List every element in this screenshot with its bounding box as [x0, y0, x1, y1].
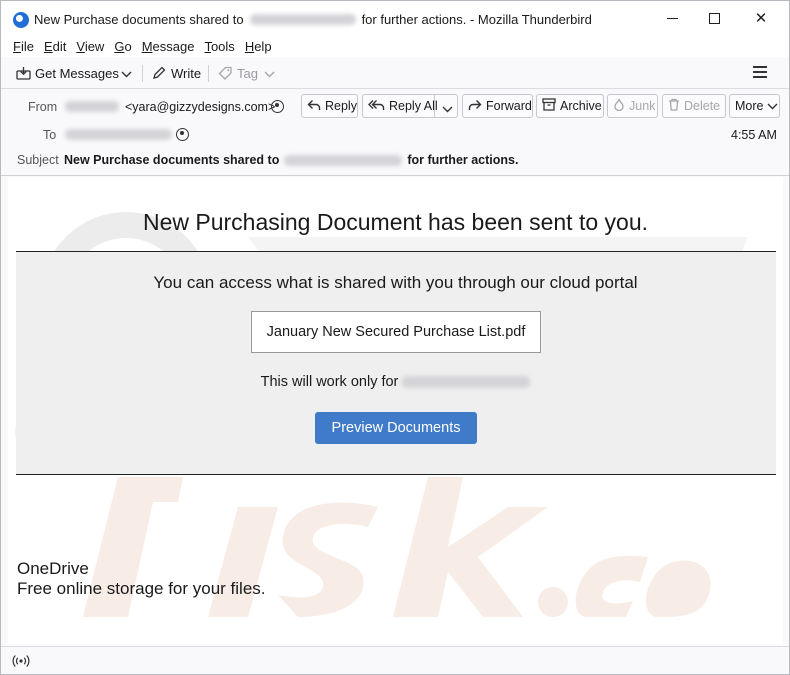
- menu-file[interactable]: File: [13, 39, 34, 54]
- work-only-for-label: This will work only for: [260, 374, 399, 390]
- file-name: January New Secured Purchase List.pdf: [266, 324, 526, 340]
- status-bar: [1, 646, 789, 674]
- message-header: From <yara@gizzydesigns.com> Reply Reply…: [1, 90, 789, 176]
- minimize-icon: [666, 17, 678, 19]
- window-title-prefix: New Purchase documents shared to: [34, 12, 244, 27]
- reply-arrow-icon: [307, 99, 321, 114]
- junk-button[interactable]: Junk: [607, 94, 658, 118]
- reply-all-icon: [368, 99, 385, 114]
- hamburger-menu-icon[interactable]: [753, 66, 767, 78]
- preview-documents-button[interactable]: Preview Documents: [315, 412, 477, 444]
- menu-tools[interactable]: Tools: [204, 39, 234, 54]
- get-messages-button[interactable]: Get Messages: [15, 62, 119, 84]
- work-only-for-text: This will work only for: [8, 374, 783, 390]
- online-status-icon[interactable]: [12, 653, 30, 669]
- minimize-button[interactable]: [649, 1, 695, 35]
- message-body: New Purchasing Document has been sent to…: [8, 177, 783, 645]
- redacted-sender-name: [65, 101, 119, 112]
- pencil-icon: [151, 65, 167, 81]
- menu-go[interactable]: Go: [114, 39, 131, 54]
- maximize-button[interactable]: [691, 1, 737, 35]
- chevron-down-icon: [264, 66, 275, 81]
- get-messages-label: Get Messages: [35, 65, 119, 81]
- tag-button[interactable]: Tag: [217, 62, 275, 84]
- add-contact-icon[interactable]: [176, 128, 189, 141]
- reply-all-label: Reply All: [389, 99, 438, 113]
- message-time: 4:55 AM: [731, 128, 777, 142]
- more-button[interactable]: More: [729, 94, 780, 118]
- chevron-down-icon[interactable]: [442, 102, 453, 116]
- title-bar: New Purchase documents shared to for fur…: [1, 1, 789, 35]
- write-button[interactable]: Write: [151, 62, 201, 84]
- tag-icon: [217, 65, 233, 81]
- menu-message[interactable]: Message: [142, 39, 195, 54]
- tag-label: Tag: [237, 65, 258, 81]
- from-label: From: [28, 100, 58, 114]
- thunderbird-window: New Purchase documents shared to for fur…: [0, 0, 790, 675]
- redacted-recipient: [249, 14, 356, 25]
- close-button[interactable]: ✕: [738, 1, 784, 35]
- toolbar-separator: [208, 65, 209, 82]
- preview-documents-label: Preview Documents: [331, 420, 461, 436]
- window-title-suffix: for further actions. - Mozilla Thunderbi…: [361, 12, 592, 27]
- archive-box-icon: [542, 98, 556, 114]
- forward-arrow-icon: [468, 99, 482, 114]
- toolbar-separator: [142, 65, 143, 82]
- redacted-recipient: [284, 154, 403, 166]
- menu-view[interactable]: View: [76, 39, 104, 54]
- write-label: Write: [171, 65, 202, 81]
- get-messages-dropdown[interactable]: [121, 62, 132, 84]
- add-contact-icon[interactable]: [271, 100, 284, 113]
- reply-button[interactable]: Reply: [301, 94, 358, 118]
- forward-button[interactable]: Forward: [462, 94, 533, 118]
- sender-email[interactable]: <yara@gizzydesigns.com>: [125, 100, 275, 114]
- reply-all-button[interactable]: Reply All: [362, 94, 458, 118]
- chevron-down-icon: [767, 99, 778, 113]
- archive-button[interactable]: Archive: [536, 94, 604, 118]
- delete-button[interactable]: Delete: [662, 94, 726, 118]
- redacted-recipient-email: [65, 129, 172, 140]
- close-icon: ✕: [754, 10, 768, 27]
- thunderbird-logo-icon: [13, 12, 29, 28]
- divider-bottom: [16, 474, 776, 475]
- footer-tagline: Free online storage for your files.: [17, 579, 266, 598]
- reply-label: Reply: [325, 99, 357, 113]
- menu-bar: File Edit View Go Message Tools Help: [1, 35, 789, 57]
- access-text: You can access what is shared with you t…: [153, 273, 638, 292]
- subject-suffix: for further actions.: [407, 153, 519, 167]
- maximize-icon: [708, 12, 720, 24]
- message-heading: New Purchasing Document has been sent to…: [142, 209, 648, 235]
- subject-label: Subject: [17, 153, 59, 167]
- archive-label: Archive: [560, 99, 602, 113]
- chevron-down-icon: [121, 66, 132, 81]
- more-label: More: [735, 99, 764, 113]
- junk-flame-icon: [613, 98, 625, 114]
- footer-brand: OneDrive: [17, 559, 89, 578]
- junk-label: Junk: [629, 99, 656, 113]
- subject-text: New Purchase documents shared to for fur…: [64, 153, 518, 167]
- main-toolbar: Get Messages Write Tag: [1, 57, 789, 89]
- delete-label: Delete: [684, 99, 721, 113]
- to-label: To: [43, 128, 57, 142]
- redacted-recipient-email: [402, 376, 531, 388]
- file-name-box: January New Secured Purchase List.pdf: [251, 311, 541, 353]
- forward-label: Forward: [486, 99, 532, 113]
- reply-all-split-divider: [434, 94, 435, 118]
- trash-icon: [668, 98, 680, 114]
- menu-help[interactable]: Help: [245, 39, 272, 54]
- menu-edit[interactable]: Edit: [44, 39, 66, 54]
- download-inbox-icon: [15, 65, 31, 81]
- window-title: New Purchase documents shared to for fur…: [34, 12, 592, 27]
- subject-prefix: New Purchase documents shared to: [64, 153, 280, 167]
